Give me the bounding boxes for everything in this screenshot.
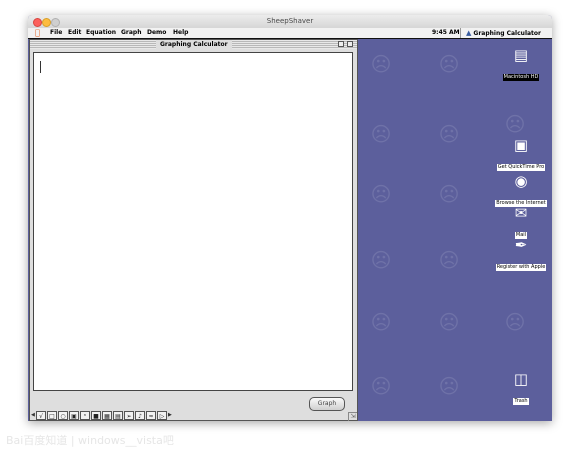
window-titlebar[interactable]: SheepShaver	[28, 15, 552, 29]
desktop-pattern-icon: ☹	[370, 374, 392, 398]
watermark-text: Bai百度知道 | windows__vista吧	[6, 434, 174, 447]
abs-icon[interactable]: ■	[91, 410, 101, 420]
zoom-box-button[interactable]	[338, 41, 344, 47]
collapse-box-button[interactable]	[347, 41, 353, 47]
desktop-icon-trash[interactable]: ◫ Trash	[491, 371, 551, 406]
desktop-pattern-icon: ☹	[370, 52, 392, 76]
menu-graph[interactable]: Graph	[121, 28, 142, 38]
menubar-clock[interactable]: 9:45 AM	[432, 28, 460, 38]
desktop-pattern-icon: ☹	[370, 122, 392, 146]
desktop-icon-mail[interactable]: ✉ Mail	[491, 205, 551, 240]
text-cursor	[40, 61, 41, 73]
internet-icon: ◉	[514, 172, 528, 190]
desktop-icon-quicktime[interactable]: ▣ Get QuickTime Pro	[491, 137, 551, 172]
desktop-pattern-icon: ☹	[438, 374, 460, 398]
desktop-icon-macintosh-hd[interactable]: ▤ Macintosh HD	[491, 47, 551, 82]
power-icon[interactable]: ⁿ	[80, 410, 90, 420]
menu-demo[interactable]: Demo	[147, 28, 166, 38]
menu-file[interactable]: File	[50, 28, 62, 38]
desktop-icon-label: Get QuickTime Pro	[496, 164, 546, 171]
menu-equation[interactable]: Equation	[86, 28, 116, 38]
register-icon: ✒	[514, 236, 528, 254]
apple-menu-icon[interactable]: 	[35, 28, 40, 38]
hard-disk-icon: ▤	[513, 46, 529, 64]
desktop-icon-browse-internet[interactable]: ◉ Browse the Internet	[491, 173, 551, 208]
quicktime-icon: ▣	[513, 136, 529, 154]
sheepshaver-window: SheepShaver  File Edit Equation Graph D…	[28, 15, 552, 421]
circle-icon[interactable]: ○	[58, 410, 68, 420]
desktop-pattern-icon: ☹	[504, 310, 526, 334]
end-icon[interactable]: ▷	[157, 410, 167, 420]
desktop-pattern-icon: ☹	[370, 248, 392, 272]
application-menu[interactable]: ▲ Graphing Calculator	[460, 28, 541, 38]
desktop-icon-register[interactable]: ✒ Register with Apple	[491, 237, 551, 272]
desktop-pattern-icon: ☹	[438, 248, 460, 272]
desktop-icon-label: Macintosh HD	[502, 74, 540, 81]
mail-icon: ✉	[514, 204, 528, 222]
parenthesis-icon[interactable]: ▣	[69, 410, 79, 420]
menu-help[interactable]: Help	[173, 28, 188, 38]
desktop-icon-label: Trash	[513, 398, 529, 405]
graphing-calculator-window: Graphing Calculator Graph ⇲ ◀ √ □ ○ ▣ ⁿ …	[29, 39, 358, 421]
matrix-icon[interactable]: ▦	[102, 410, 112, 420]
desktop-icon-label: Register with Apple	[495, 264, 547, 271]
equation-editor[interactable]	[33, 52, 353, 391]
desktop-pattern-icon: ☹	[438, 310, 460, 334]
sqrt-icon[interactable]: √	[36, 410, 46, 420]
equation-palette: ◀ √ □ ○ ▣ ⁿ ■ ▦ ▤ ➢ ♪ ≈ ▷ ▶	[31, 410, 221, 420]
desktop-pattern-icon: ☹	[504, 112, 526, 136]
desktop-pattern-icon: ☹	[370, 182, 392, 206]
menu-bar:  File Edit Equation Graph Demo Help 9:4…	[28, 28, 552, 39]
desktop-pattern-icon: ☹	[438, 122, 460, 146]
menu-edit[interactable]: Edit	[68, 28, 81, 38]
graph-button[interactable]: Graph	[309, 397, 345, 411]
calculator-title: Graphing Calculator	[156, 40, 232, 49]
resize-grip-icon[interactable]: ⇲	[348, 412, 357, 421]
desktop-pattern-icon: ☹	[438, 182, 460, 206]
calculator-app-icon: ▲	[466, 29, 472, 37]
arrow-icon[interactable]: ➢	[124, 410, 134, 420]
application-menu-label: Graphing Calculator	[473, 30, 541, 37]
trash-icon: ◫	[513, 370, 529, 388]
calculator-titlebar[interactable]: Graphing Calculator	[30, 40, 357, 49]
desktop-pattern-icon: ☹	[438, 52, 460, 76]
compare-icon[interactable]: ≈	[146, 410, 156, 420]
sound-icon[interactable]: ♪	[135, 410, 145, 420]
fraction-icon[interactable]: □	[47, 410, 57, 420]
window-title: SheepShaver	[266, 17, 314, 25]
table-icon[interactable]: ▤	[113, 410, 123, 420]
palette-scroll-right-icon[interactable]: ▶	[168, 411, 172, 420]
desktop-pattern-icon: ☹	[370, 310, 392, 334]
palette-scroll-left-icon[interactable]: ◀	[31, 411, 35, 420]
